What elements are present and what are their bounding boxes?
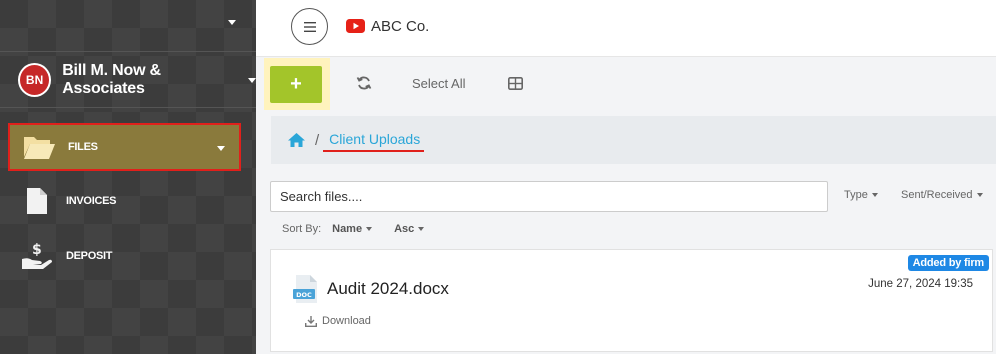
sent-received-filter[interactable]: Sent/Received xyxy=(901,189,983,201)
sort-field-dropdown[interactable]: Name xyxy=(332,223,373,235)
account-name: Bill M. Now & Associates xyxy=(62,61,161,97)
sidebar-item-deposit[interactable]: $ DEPOSIT xyxy=(8,232,241,280)
document-icon xyxy=(20,186,54,216)
sort-label: Sort By: xyxy=(282,223,322,235)
home-icon[interactable] xyxy=(287,132,306,148)
sidebar-item-label: INVOICES xyxy=(66,195,117,207)
chevron-down-icon xyxy=(871,193,878,197)
sort-field: Name xyxy=(332,223,363,235)
type-filter[interactable]: Type xyxy=(844,189,878,201)
sidebar-item-label: FILES xyxy=(68,141,98,153)
breadcrumb-separator: / xyxy=(315,131,320,149)
sidebar-item-invoices[interactable]: INVOICES xyxy=(8,177,241,225)
sort-order: Asc xyxy=(394,223,415,235)
sidebar-item-label: DEPOSIT xyxy=(66,250,113,262)
chevron-down-icon xyxy=(217,146,225,151)
chevron-down-icon xyxy=(418,227,425,231)
sidebar-item-files[interactable]: FILES xyxy=(8,123,241,171)
avatar: BN xyxy=(18,62,52,97)
annotation-underline xyxy=(323,150,424,152)
grid-view-icon[interactable] xyxy=(508,77,523,95)
sidebar: BN Bill M. Now & Associates FILES INVOIC… xyxy=(0,0,256,354)
svg-text:$: $ xyxy=(32,242,42,258)
search-input[interactable] xyxy=(270,181,828,212)
status-badge: Added by firm xyxy=(907,255,989,271)
refresh-icon[interactable] xyxy=(356,75,372,96)
chevron-down-icon xyxy=(976,193,983,197)
youtube-icon xyxy=(346,19,365,38)
select-all-button[interactable]: Select All xyxy=(412,76,465,91)
breadcrumb: / Client Uploads xyxy=(271,116,996,164)
chevron-down-icon[interactable] xyxy=(228,20,236,25)
file-card[interactable]: Added by firm DOC Audit 2024.docx June 2… xyxy=(270,249,993,352)
sidebar-top[interactable] xyxy=(0,0,256,52)
type-filter-label: Type xyxy=(844,189,868,201)
download-icon xyxy=(305,315,317,327)
doc-file-icon: DOC xyxy=(293,274,319,309)
menu-button[interactable] xyxy=(291,8,328,45)
file-name[interactable]: Audit 2024.docx xyxy=(327,279,449,299)
folder-open-icon xyxy=(22,132,56,162)
hand-dollar-icon: $ xyxy=(20,241,54,271)
add-button-highlight: + xyxy=(264,58,330,110)
file-date: June 27, 2024 19:35 xyxy=(868,278,973,290)
breadcrumb-current[interactable]: Client Uploads xyxy=(329,131,420,147)
svg-text:DOC: DOC xyxy=(296,291,312,299)
toolbar: + Select All xyxy=(256,58,996,110)
chevron-down-icon xyxy=(366,227,373,231)
sent-received-filter-label: Sent/Received xyxy=(901,189,973,201)
chevron-down-icon xyxy=(248,78,256,83)
sort-order-dropdown[interactable]: Asc xyxy=(394,223,425,235)
brand-name[interactable]: ABC Co. xyxy=(371,18,429,35)
download-label: Download xyxy=(322,315,371,327)
account-switcher[interactable]: BN Bill M. Now & Associates xyxy=(0,52,256,108)
download-button[interactable]: Download xyxy=(305,315,371,327)
hamburger-icon xyxy=(303,21,316,32)
add-file-button[interactable]: + xyxy=(270,66,322,103)
top-header: ABC Co. xyxy=(256,0,996,57)
sort-bar: Sort By: Name Asc xyxy=(282,223,425,235)
